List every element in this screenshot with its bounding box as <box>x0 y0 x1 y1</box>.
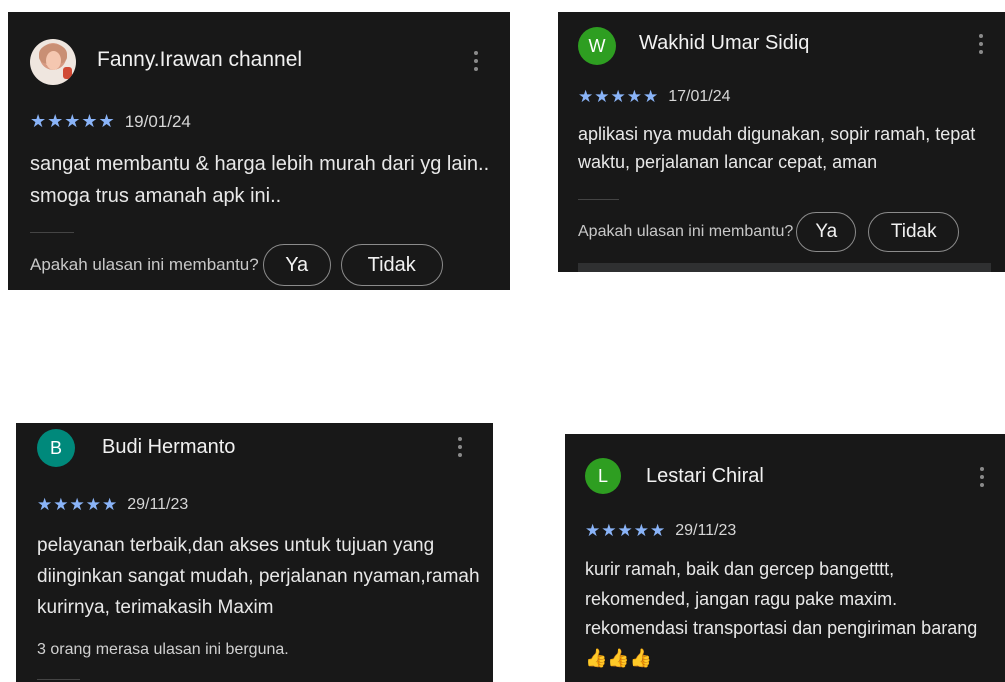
avatar <box>30 39 76 85</box>
helpful-count: 3 orang merasa ulasan ini berguna. <box>37 641 289 658</box>
review-text: pelayanan terbaik,dan akses untuk tujuan… <box>37 535 480 618</box>
rating-row: ★★★★★ 19/01/24 <box>30 111 191 132</box>
star-rating-icon: ★★★★★ <box>578 87 660 106</box>
review-text: sangat membantu & harga lebih murah dari… <box>30 153 490 207</box>
review-text: aplikasi nya mudah digunakan, sopir rama… <box>578 124 976 172</box>
review-card-wakhid: W Wakhid Umar Sidiq ★★★★★ 17/01/24 aplik… <box>558 12 1005 272</box>
review-date: 29/11/23 <box>127 496 189 513</box>
avatar-bag <box>63 67 72 79</box>
reviewer-name: Wakhid Umar Sidiq <box>639 32 810 54</box>
avatar: B <box>37 429 75 467</box>
rating-row: ★★★★★ 17/01/24 <box>578 87 730 107</box>
more-options-icon[interactable] <box>978 34 984 56</box>
avatar: W <box>578 27 616 65</box>
star-rating-icon: ★★★★★ <box>585 521 667 540</box>
helpful-row: Apakah ulasan ini membantu? Ya Tidak <box>30 244 443 286</box>
review-date: 19/01/24 <box>124 111 191 131</box>
no-button[interactable]: Tidak <box>340 244 443 286</box>
review-text-body: kurir ramah, baik dan gercep bangetttt, … <box>585 559 978 639</box>
review-card-budi: B Budi Hermanto ★★★★★ 29/11/23 pelayanan… <box>16 423 493 682</box>
helpful-question: Apakah ulasan ini membantu? <box>578 223 794 240</box>
helpful-row: Apakah ulasan ini membantu? Ya Tidak <box>578 212 960 252</box>
no-button[interactable]: Tidak <box>868 212 960 252</box>
review-text: kurir ramah, baik dan gercep bangetttt, … <box>585 555 983 674</box>
star-rating-icon: ★★★★★ <box>30 111 116 131</box>
more-options-icon[interactable] <box>457 437 463 459</box>
helpful-question: Apakah ulasan ini membantu? <box>30 255 259 274</box>
rating-row: ★★★★★ 29/11/23 <box>585 521 736 541</box>
review-card-lestari: L Lestari Chiral ★★★★★ 29/11/23 kurir ra… <box>565 434 1005 682</box>
rating-row: ★★★★★ 29/11/23 <box>37 495 188 515</box>
divider <box>37 679 80 680</box>
divider <box>578 199 619 200</box>
more-options-icon[interactable] <box>979 467 985 489</box>
avatar: L <box>585 458 621 494</box>
star-rating-icon: ★★★★★ <box>37 495 119 514</box>
more-options-icon[interactable] <box>473 51 479 73</box>
reviewer-name: Fanny.Irawan channel <box>97 48 303 71</box>
yes-button[interactable]: Ya <box>796 212 857 252</box>
yes-button[interactable]: Ya <box>262 244 331 286</box>
bottom-strip <box>578 263 991 272</box>
avatar-face <box>46 51 61 70</box>
review-date: 17/01/24 <box>668 88 731 105</box>
divider <box>30 232 74 233</box>
review-date: 29/11/23 <box>675 522 737 539</box>
thumbs-up-icon: 👍👍👍 <box>585 648 653 669</box>
reviewer-name: Lestari Chiral <box>646 465 764 487</box>
reviewer-name: Budi Hermanto <box>102 436 236 458</box>
review-card-fanny: Fanny.Irawan channel ★★★★★ 19/01/24 sang… <box>8 12 510 290</box>
